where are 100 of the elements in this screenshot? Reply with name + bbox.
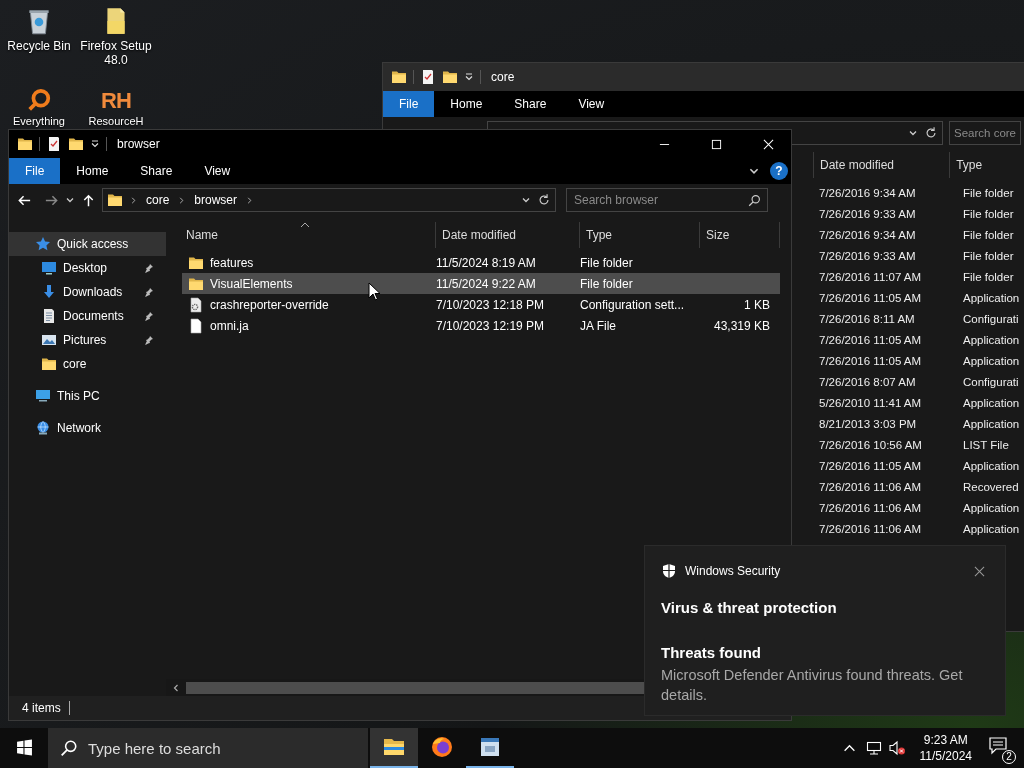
network-button[interactable] bbox=[865, 740, 882, 756]
table-cell-text: features bbox=[210, 254, 254, 272]
table-cell-text: File folder bbox=[579, 275, 634, 293]
dropdown-icon bbox=[65, 195, 75, 205]
table-cell-text: 7/26/2016 9:34 AM bbox=[818, 185, 917, 201]
search-field[interactable]: Search browser bbox=[566, 188, 768, 212]
table-cell-text: 11/5/2024 9:22 AM bbox=[435, 275, 537, 293]
column-header[interactable]: Date modified bbox=[813, 152, 950, 178]
table-cell-text: 7/10/2023 12:19 PM bbox=[435, 317, 546, 335]
table-cell-text: Application bbox=[962, 521, 1020, 537]
nav-item[interactable]: core bbox=[9, 352, 166, 376]
ribbon-tab[interactable]: View bbox=[562, 91, 621, 117]
nav-item[interactable]: Quick access bbox=[9, 232, 166, 256]
desktop-icon-label[interactable]: ResourceH bbox=[88, 114, 144, 128]
column-header[interactable]: Size bbox=[700, 222, 780, 248]
up-button[interactable] bbox=[81, 192, 96, 208]
table-cell-text: File folder bbox=[962, 248, 1014, 264]
table-cell-text: 7/26/2016 10:56 AM bbox=[818, 437, 923, 453]
folder-icon[interactable] bbox=[68, 136, 84, 152]
clock-time: 9:23 AM bbox=[923, 732, 968, 748]
customize-icon[interactable] bbox=[464, 72, 474, 82]
notification-heading: Threats found bbox=[661, 642, 762, 663]
computer-icon bbox=[35, 388, 51, 404]
file-row[interactable]: omni.ja 7/10/2023 12:19 PM JA File 43,319 KB bbox=[182, 315, 780, 336]
table-cell-text: 7/26/2016 9:33 AM bbox=[818, 248, 917, 264]
column-header[interactable]: Type bbox=[949, 152, 1024, 178]
taskbar-app-button[interactable] bbox=[370, 728, 418, 768]
refresh-icon[interactable] bbox=[924, 126, 938, 140]
customize-icon[interactable] bbox=[90, 139, 100, 149]
column-header[interactable]: Type bbox=[580, 222, 700, 248]
table-cell-text: 7/10/2023 12:18 PM bbox=[435, 296, 546, 314]
mouse-cursor-icon bbox=[368, 282, 380, 301]
table-cell-text: File folder bbox=[962, 185, 1014, 201]
table-cell-text: File folder bbox=[962, 269, 1014, 285]
table-cell-text: 11/5/2024 8:19 AM bbox=[435, 254, 537, 272]
clock-button[interactable]: 9:23 AM 11/5/2024 bbox=[911, 732, 980, 764]
table-cell-text: JA File bbox=[579, 317, 617, 335]
ribbon-tab[interactable]: Home bbox=[434, 91, 499, 117]
table-cell-text: Application bbox=[962, 395, 1020, 411]
status-text: 4 items bbox=[22, 700, 61, 717]
desktop-icon-label[interactable]: Recycle Bin bbox=[7, 39, 71, 53]
volume-button[interactable] bbox=[887, 740, 906, 756]
nav-item[interactable]: Desktop bbox=[9, 256, 166, 280]
help-button[interactable]: ? bbox=[770, 162, 788, 180]
star-icon bbox=[35, 236, 51, 252]
breadcrumb-item[interactable]: browser bbox=[192, 191, 240, 209]
column-header[interactable]: Name bbox=[174, 222, 436, 248]
table-cell-text: LIST File bbox=[962, 437, 1009, 453]
nav-item[interactable]: Documents bbox=[9, 304, 166, 328]
folder-icon bbox=[41, 356, 57, 372]
table-cell-text: File folder bbox=[579, 254, 634, 272]
desktop-icon-label[interactable]: Firefox Setup 48.0 bbox=[78, 39, 154, 67]
taskbar-search-field[interactable]: Type here to search bbox=[48, 728, 368, 768]
table-cell-text: 7/26/2016 11:06 AM bbox=[818, 500, 923, 516]
breadcrumb-item[interactable]: core bbox=[144, 191, 172, 209]
search-icon[interactable] bbox=[748, 194, 761, 207]
notifications-button[interactable]: 2 bbox=[986, 732, 1016, 764]
file-row[interactable]: crashreporter-override 7/10/2023 12:18 PM Configuration sett... 1 KB bbox=[182, 294, 780, 315]
nav-item[interactable]: Network bbox=[9, 416, 166, 440]
app-logo[interactable]: RH bbox=[101, 88, 131, 114]
ribbon-tab[interactable]: Share bbox=[498, 91, 563, 117]
notification-body[interactable]: Microsoft Defender Antivirus found threats. Get details. bbox=[661, 665, 989, 705]
column-header[interactable]: Date modified bbox=[436, 222, 580, 248]
windows-logo-icon bbox=[15, 738, 33, 756]
close-button[interactable] bbox=[974, 565, 985, 577]
nav-item[interactable]: Downloads bbox=[9, 280, 166, 304]
recent-locations-button[interactable] bbox=[65, 195, 75, 205]
table-cell-text: File folder bbox=[962, 206, 1014, 222]
folder-icon[interactable] bbox=[391, 69, 407, 85]
table-cell-text: Application bbox=[962, 353, 1020, 369]
folder-icon[interactable] bbox=[442, 69, 458, 85]
folder-icon[interactable] bbox=[17, 136, 33, 152]
nav-item[interactable]: This PC bbox=[9, 384, 166, 408]
monitor-icon bbox=[41, 260, 57, 276]
shield-icon bbox=[661, 563, 677, 579]
clock-date: 11/5/2024 bbox=[919, 748, 972, 764]
file-row[interactable]: features 11/5/2024 8:19 AM File folder bbox=[182, 252, 780, 273]
properties-icon[interactable] bbox=[46, 136, 62, 152]
ribbon-tab[interactable]: File bbox=[9, 158, 61, 184]
desktop-icon-label[interactable]: Everything bbox=[13, 114, 65, 128]
ribbon-tab[interactable]: Home bbox=[60, 158, 125, 184]
ribbon-tab[interactable]: File bbox=[383, 91, 435, 117]
refresh-icon[interactable] bbox=[537, 193, 551, 207]
properties-icon[interactable] bbox=[420, 69, 436, 85]
ribbon-tab[interactable]: View bbox=[188, 158, 247, 184]
settings-file-icon bbox=[188, 296, 204, 313]
dropdown-icon[interactable] bbox=[908, 128, 918, 138]
file-row[interactable]: VisualElements 11/5/2024 9:22 AM File folder bbox=[182, 273, 780, 294]
table-cell-text: Application bbox=[962, 500, 1020, 516]
search-field[interactable]: Search core bbox=[949, 121, 1021, 145]
scroll-left-icon[interactable] bbox=[172, 683, 180, 692]
nav-item[interactable]: Pictures bbox=[9, 328, 166, 352]
table-cell-text: 7/26/2016 11:05 AM bbox=[818, 458, 923, 474]
ribbon-tab[interactable]: Share bbox=[124, 158, 189, 184]
notification-count-badge: 2 bbox=[1002, 750, 1016, 764]
dropdown-icon[interactable] bbox=[521, 195, 531, 205]
table-cell-text: VisualElements bbox=[210, 275, 293, 293]
address-bar[interactable]: core browser bbox=[102, 188, 556, 212]
table-cell-text: 7/26/2016 11:06 AM bbox=[818, 479, 923, 495]
close-icon bbox=[974, 565, 985, 577]
